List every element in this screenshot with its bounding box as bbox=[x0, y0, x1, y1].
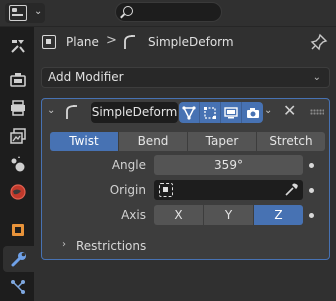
constraint-icon bbox=[11, 280, 25, 294]
tab-modifiers[interactable] bbox=[3, 246, 34, 272]
breadcrumb-separator: > bbox=[106, 33, 117, 48]
axis-z-button[interactable]: Z bbox=[254, 205, 303, 225]
chevron-down-icon: ⌄ bbox=[34, 6, 43, 17]
tab-output[interactable] bbox=[4, 95, 32, 121]
properties-tab-column bbox=[0, 27, 34, 301]
globe-icon bbox=[10, 184, 26, 200]
axis-selector: X Y Z bbox=[154, 205, 303, 225]
modifier-extras-dropdown[interactable]: ⌄ bbox=[264, 105, 272, 116]
edit-mode-toggle[interactable] bbox=[200, 102, 221, 123]
breadcrumb: Plane > SimpleDeform bbox=[34, 30, 336, 56]
cube-icon bbox=[12, 224, 24, 236]
keyframe-dot-icon[interactable] bbox=[309, 188, 314, 193]
breadcrumb-object: Plane bbox=[66, 35, 99, 49]
mode-twist-button[interactable]: Twist bbox=[50, 132, 119, 151]
axis-label: Axis bbox=[121, 208, 146, 222]
search-input[interactable] bbox=[115, 2, 222, 22]
render-toggle[interactable] bbox=[242, 102, 263, 123]
wrench-screwdriver-icon bbox=[11, 40, 25, 53]
chevron-right-icon: › bbox=[62, 239, 66, 250]
on-cage-toggle[interactable] bbox=[179, 102, 200, 123]
collapse-chevron-icon[interactable]: ⌄ bbox=[47, 105, 55, 116]
mode-taper-button[interactable]: Taper bbox=[188, 132, 257, 151]
axis-y-button[interactable]: Y bbox=[204, 205, 254, 225]
add-modifier-label: Add Modifier bbox=[48, 70, 124, 84]
tab-tool[interactable] bbox=[4, 33, 32, 59]
axis-x-button[interactable]: X bbox=[154, 205, 204, 225]
scene-icon bbox=[11, 156, 25, 172]
origin-object-field[interactable] bbox=[154, 180, 303, 200]
mode-stretch-button[interactable]: Stretch bbox=[257, 132, 325, 151]
object-data-icon bbox=[42, 35, 56, 49]
modifier-visibility-toggles bbox=[179, 102, 263, 123]
camera-back-icon bbox=[10, 73, 26, 87]
keyframe-dot-icon[interactable] bbox=[309, 163, 314, 168]
monitor-icon bbox=[224, 106, 238, 118]
angle-label: Angle bbox=[111, 158, 146, 172]
simple-deform-modifier-panel: ⌄ SimpleDeform ⌄ ✕ Twist Bend Taper Stre… bbox=[41, 98, 330, 260]
breadcrumb-modifier: SimpleDeform bbox=[148, 35, 234, 49]
origin-label: Origin bbox=[109, 183, 146, 197]
add-modifier-button[interactable]: Add Modifier ⌄ bbox=[41, 67, 330, 88]
wrench-icon bbox=[11, 252, 26, 267]
tab-view-layer[interactable] bbox=[4, 123, 32, 149]
keyframe-dot-icon[interactable] bbox=[309, 213, 314, 218]
properties-editor-icon bbox=[9, 5, 27, 21]
modifier-name-field[interactable]: SimpleDeform bbox=[91, 102, 178, 123]
tab-object[interactable] bbox=[4, 217, 32, 243]
tab-world[interactable] bbox=[4, 179, 32, 205]
mode-bend-button[interactable]: Bend bbox=[119, 132, 188, 151]
camera-icon bbox=[246, 107, 259, 118]
close-icon[interactable]: ✕ bbox=[283, 101, 296, 120]
search-icon bbox=[123, 6, 133, 16]
viewport-toggle[interactable] bbox=[221, 102, 242, 123]
chevron-down-icon: ⌄ bbox=[312, 72, 321, 83]
drag-handle-icon[interactable] bbox=[310, 109, 324, 115]
simple-deform-icon bbox=[124, 35, 135, 49]
header-bar: ⌄ bbox=[0, 0, 336, 26]
restrictions-label: Restrictions bbox=[76, 239, 147, 253]
eyedropper-icon[interactable] bbox=[284, 182, 299, 197]
edit-mode-square-icon bbox=[204, 106, 216, 119]
tab-constraints[interactable] bbox=[4, 274, 32, 300]
pin-icon[interactable] bbox=[310, 33, 328, 51]
object-data-icon bbox=[159, 183, 173, 197]
angle-field[interactable]: 359° bbox=[154, 155, 303, 175]
deform-mode-selector: Twist Bend Taper Stretch bbox=[50, 132, 325, 151]
tab-render[interactable] bbox=[4, 67, 32, 93]
vertex-triangle-icon bbox=[182, 105, 196, 120]
editor-type-dropdown[interactable]: ⌄ bbox=[5, 3, 45, 23]
image-stack-icon bbox=[10, 128, 26, 144]
printer-icon bbox=[11, 100, 25, 116]
simple-deform-icon bbox=[66, 105, 77, 119]
header-divider bbox=[0, 26, 336, 27]
tab-scene[interactable] bbox=[4, 151, 32, 177]
